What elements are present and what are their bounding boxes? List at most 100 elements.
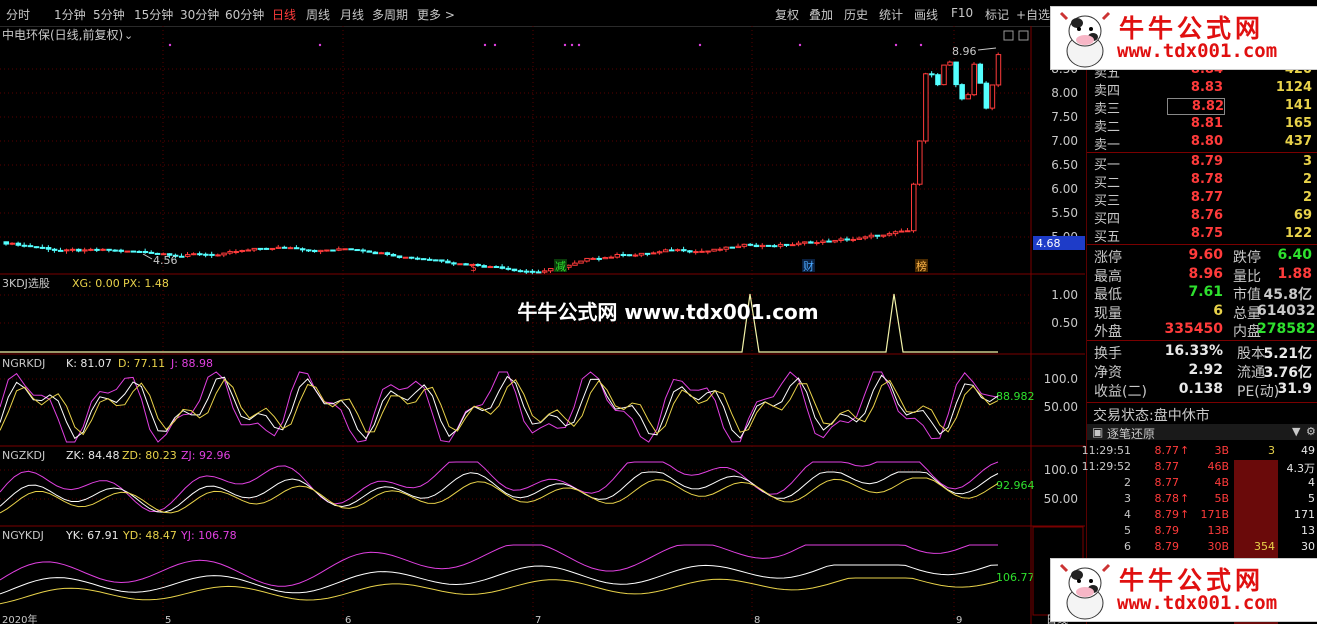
f10-button[interactable]: F10 <box>951 6 973 20</box>
bid-row[interactable]: 买一 8.79 3 <box>1087 154 1317 173</box>
filter-icon[interactable]: ▼ <box>1292 425 1300 438</box>
stat-label: 净资 <box>1094 365 1122 381</box>
panel-indicator-name[interactable]: 3KDJ选股 <box>2 277 50 290</box>
event-marker[interactable]: 减 <box>555 260 566 273</box>
panel-indicator-name[interactable]: NGYKDJ <box>2 529 44 542</box>
candle-body <box>360 249 366 252</box>
event-marker[interactable]: $ <box>470 261 477 274</box>
candle-body <box>378 252 385 255</box>
draw-button[interactable]: 画线 <box>914 6 938 23</box>
candle-body <box>868 234 875 238</box>
bid-row[interactable]: 买五 8.75 122 <box>1087 226 1317 245</box>
candle-body <box>342 248 348 251</box>
signal-dot <box>570 43 574 47</box>
overlay-button[interactable]: 叠加 <box>809 6 833 23</box>
tick-header[interactable]: 逐笔还原 <box>1107 425 1155 442</box>
mark-button[interactable]: 标记 <box>985 6 1009 23</box>
up-arrow-icon: ↑ <box>1180 508 1190 521</box>
ask-row[interactable]: 卖三 8.82 141 <box>1087 98 1317 117</box>
bid-label: 买五 <box>1094 230 1121 245</box>
tab-1min[interactable]: 1分钟 <box>54 6 86 23</box>
candle-body <box>414 257 421 260</box>
high-price-label: 8.96 <box>952 45 977 58</box>
price-tick: 8.00 <box>1051 86 1078 100</box>
cow-logo-icon <box>1059 11 1111 68</box>
tick-volume: 171B <box>1200 508 1229 521</box>
maximize-icon[interactable] <box>1018 30 1029 41</box>
fuquan-button[interactable]: 复权 <box>775 6 799 23</box>
bid-volume: 3 <box>1302 154 1312 169</box>
stat-label: 外盘 <box>1094 324 1122 340</box>
tab-multi-period[interactable]: 多周期 <box>372 6 408 23</box>
tab-monthly[interactable]: 月线 <box>340 6 364 23</box>
candle-body <box>935 74 941 86</box>
candle-body <box>45 247 52 250</box>
date-tick: 2020年 <box>2 613 37 624</box>
ask-row[interactable]: 卖一 8.80 437 <box>1087 134 1317 153</box>
tab-60min[interactable]: 60分钟 <box>225 6 264 23</box>
candle-body <box>27 245 34 248</box>
collapse-icon[interactable]: ▣ <box>1092 425 1103 439</box>
zj-line <box>0 461 999 513</box>
panel-value: J: 88.98 <box>170 357 213 370</box>
tick-time: 6 <box>1124 540 1131 553</box>
bid-price: 8.76 <box>1190 208 1223 223</box>
tick-price: 8.79 <box>1154 524 1180 537</box>
candle-body <box>348 248 354 251</box>
candle-body <box>548 268 554 272</box>
tick-row: 5 8.79 13B 13 <box>1087 524 1317 540</box>
candle-body <box>711 248 717 252</box>
chevron-down-icon[interactable]: ⌄ <box>124 29 133 42</box>
add-watchlist-button[interactable]: +自选 <box>1016 6 1050 23</box>
tick-price: 8.77 <box>1154 460 1180 473</box>
candle-body <box>802 241 808 244</box>
bid-volume: 122 <box>1284 226 1312 241</box>
tab-15min[interactable]: 15分钟 <box>134 6 173 23</box>
candle-body <box>566 264 572 268</box>
candle-body <box>433 259 439 262</box>
stock-title[interactable]: 中电环保(日线,前复权) <box>2 27 123 42</box>
event-marker[interactable]: 榜 <box>916 259 927 273</box>
bid-row[interactable]: 买二 8.78 2 <box>1087 172 1317 191</box>
tab-daily[interactable]: 日线 <box>272 6 296 23</box>
candle-body <box>233 251 239 254</box>
candle-body <box>197 253 203 256</box>
settings-icon[interactable]: ⚙ <box>1306 425 1316 438</box>
date-tick: 7 <box>535 615 541 624</box>
stats-button[interactable]: 统计 <box>879 6 903 23</box>
date-tick: 8 <box>754 615 760 624</box>
candle-body <box>76 248 82 252</box>
candle-body <box>656 251 663 254</box>
candle-body <box>384 252 391 255</box>
candle-body <box>790 244 796 247</box>
candle-body <box>293 247 300 250</box>
kline-chart[interactable]: 8.50 8.00 7.50 7.00 6.50 6.00 5.50 5.00 … <box>0 26 1085 624</box>
candle-body <box>408 256 415 259</box>
ask-row[interactable]: 卖二 8.81 165 <box>1087 116 1317 135</box>
panel-indicator-name[interactable]: NGZKDJ <box>2 449 45 462</box>
panel-indicator-name[interactable]: NGRKDJ <box>2 357 45 370</box>
candle-body <box>523 270 530 273</box>
signal-dot <box>493 43 497 47</box>
candle-body <box>130 250 137 253</box>
tab-30min[interactable]: 30分钟 <box>180 6 219 23</box>
bid-row[interactable]: 买四 8.76 69 <box>1087 208 1317 227</box>
tab-more[interactable]: 更多 > <box>417 6 455 23</box>
tab-5min[interactable]: 5分钟 <box>93 6 125 23</box>
bid-row[interactable]: 买三 8.77 2 <box>1087 190 1317 209</box>
candle-body <box>9 242 16 245</box>
tick-row: 11:29:51 8.77 ↑ 3B 3 49 <box>1082 444 1317 460</box>
ask-row[interactable]: 卖四 8.83 1124 <box>1087 80 1317 99</box>
candle-body <box>747 243 754 246</box>
tab-timeshare[interactable]: 分时 <box>6 6 30 23</box>
stat-label: 换手 <box>1094 346 1122 362</box>
candle-body <box>892 231 899 235</box>
axis-tick: 100.0 <box>1044 463 1078 477</box>
dropdown-icon[interactable] <box>1003 30 1014 41</box>
bid-label: 买二 <box>1094 176 1121 191</box>
tab-weekly[interactable]: 周线 <box>306 6 330 23</box>
history-button[interactable]: 历史 <box>844 6 868 23</box>
candle-body <box>312 249 318 253</box>
axis-tick: 0.50 <box>1051 316 1078 330</box>
event-marker[interactable]: 财 <box>803 259 814 273</box>
